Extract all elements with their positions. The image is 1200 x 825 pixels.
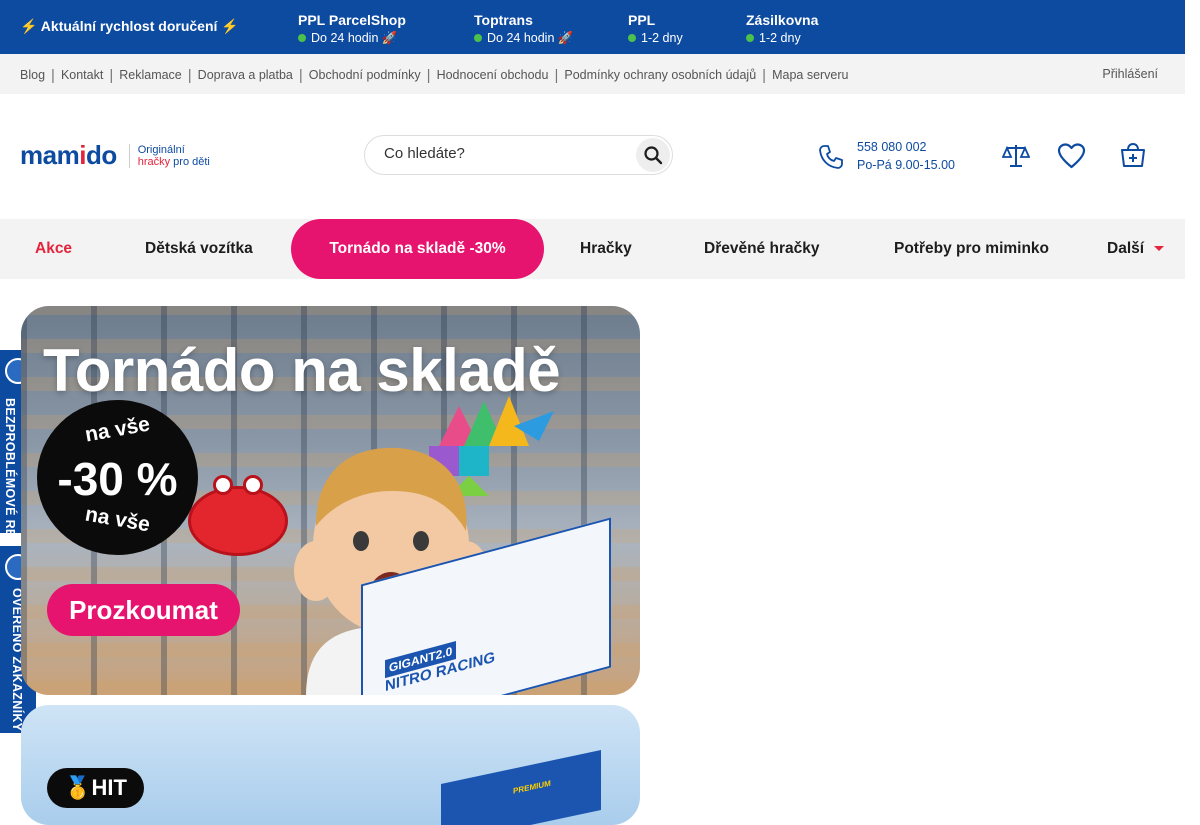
carrier-name: Toptrans (474, 12, 533, 28)
carrier-time: 1-2 dny (628, 31, 683, 45)
separator: | (426, 67, 431, 84)
nav-item-tornado[interactable]: Tornádo na skladě -30% (291, 219, 544, 279)
link-doprava[interactable]: Doprava a platba (198, 68, 293, 82)
carrier-time-text: 1-2 dny (641, 31, 683, 45)
separator: | (187, 67, 192, 84)
carrier-name: PPL ParcelShop (298, 12, 406, 28)
status-dot-icon (746, 34, 754, 42)
carrier-time-text: Do 24 hodin 🚀 (311, 31, 398, 45)
carrier-zasilkovna: Zásilkovna 1-2 dny (746, 12, 818, 45)
footer-links: Blog | Kontakt | Reklamace | Doprava a platba |… (20, 66, 849, 84)
separator: | (51, 67, 55, 84)
separator: | (298, 67, 303, 84)
secondary-links-bar: Blog | Kontakt | Reklamace | Doprava a platba |… (0, 54, 1185, 94)
logo-tagline: Originální hračky pro děti (128, 143, 210, 168)
nav-item-detska-vozitka[interactable]: Dětská vozítka (145, 219, 253, 279)
phone-icon (819, 145, 843, 169)
compare-button[interactable] (1001, 142, 1031, 175)
carrier-name: PPL (628, 12, 656, 28)
phone-number[interactable]: 558 080 002 (857, 140, 927, 154)
promo-banner-hit[interactable]: PREMIUM 🥇HIT (21, 705, 640, 825)
carrier-name: Zásilkovna (746, 12, 819, 28)
phone-hours: Po-Pá 9.00-15.00 (857, 158, 955, 172)
nav-item-akce[interactable]: Akce (35, 219, 72, 279)
link-gdpr[interactable]: Podmínky ochrany osobních údajů (564, 68, 756, 82)
link-mapa-serveru[interactable]: Mapa serveru (772, 68, 848, 82)
main-navigation: Akce Dětská vozítka Tornádo na skladě -3… (0, 219, 1185, 279)
carrier-time-text: Do 24 hodin 🚀 (487, 31, 574, 45)
tagline-highlight: hračky (137, 155, 171, 168)
tagline-line1: Originální (137, 143, 185, 156)
promo-banner-tornado[interactable]: Tornádo na skladě GIGANT2.0 NITRO RACING… (21, 306, 640, 695)
status-dot-icon (628, 34, 636, 42)
banner-headline: Tornádo na skladě (43, 337, 561, 404)
tagline-rest: pro děti (170, 155, 210, 168)
cart-button[interactable] (1119, 142, 1147, 175)
status-dot-icon (474, 34, 482, 42)
heart-icon (1057, 143, 1086, 169)
nav-item-dalsi[interactable]: Další (1107, 219, 1165, 279)
wishlist-button[interactable] (1057, 142, 1086, 175)
crab-toy-image (188, 475, 288, 556)
link-reklamace[interactable]: Reklamace (119, 68, 182, 82)
carrier-ppl: PPL 1-2 dny (628, 12, 683, 45)
login-link[interactable]: Přihlášení (1102, 67, 1158, 81)
explore-button[interactable]: Prozkoumat (47, 584, 240, 636)
link-obchodni-podminky[interactable]: Obchodní podmínky (309, 68, 421, 82)
tagline-line2: hračky pro děti (138, 156, 210, 168)
nav-item-drevene-hracky[interactable]: Dřevěné hračky (704, 219, 819, 279)
search-box (364, 135, 673, 175)
logo-wordmark: mamido (20, 140, 117, 170)
search-button[interactable] (636, 138, 670, 172)
site-logo[interactable]: mamido Originální hračky pro děti (20, 140, 210, 171)
hit-badge: 🥇HIT (47, 768, 144, 808)
separator: | (554, 67, 559, 84)
link-kontakt[interactable]: Kontakt (61, 68, 103, 82)
separator: | (762, 67, 767, 84)
search-icon (644, 146, 663, 165)
product-box-label: PREMIUM (513, 778, 551, 796)
carrier-ppl-parcelshop: PPL ParcelShop Do 24 hodin 🚀 (298, 12, 406, 46)
product-box-image: PREMIUM (441, 749, 601, 825)
compare-icon (1001, 145, 1031, 167)
carrier-toptrans: Toptrans Do 24 hodin 🚀 (474, 12, 573, 46)
delivery-bar: ⚡ Aktuální rychlost doručení ⚡ PPL Parce… (0, 0, 1185, 54)
separator: | (109, 67, 114, 84)
cart-icon (1121, 142, 1145, 167)
carrier-time-text: 1-2 dny (759, 31, 801, 45)
carrier-time: Do 24 hodin 🚀 (474, 31, 573, 46)
status-dot-icon (298, 34, 306, 42)
delivery-promo: ⚡ Aktuální rychlost doručení ⚡ (20, 18, 239, 34)
nav-item-potreby-miminko[interactable]: Potřeby pro miminko (894, 219, 1049, 279)
carrier-time: 1-2 dny (746, 31, 818, 45)
nav-item-dalsi-label: Další (1107, 240, 1145, 257)
link-blog[interactable]: Blog (20, 68, 45, 82)
link-hodnoceni[interactable]: Hodnocení obchodu (437, 68, 549, 82)
chevron-down-icon (1154, 246, 1165, 251)
search-input[interactable] (384, 145, 624, 162)
carrier-time: Do 24 hodin 🚀 (298, 31, 406, 46)
nav-item-hracky[interactable]: Hračky (580, 219, 632, 279)
discount-badge: na vše -30 % na vše (37, 400, 198, 555)
